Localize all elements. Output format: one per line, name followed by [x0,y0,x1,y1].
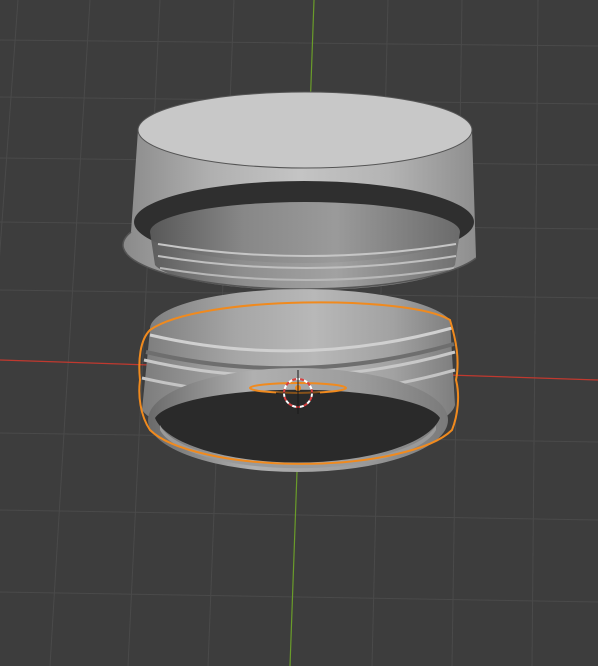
threaded-ring[interactable] [138,289,460,472]
3d-viewport[interactable] [0,0,598,666]
outer-ring[interactable] [122,91,477,291]
viewport-canvas[interactable] [0,0,598,666]
